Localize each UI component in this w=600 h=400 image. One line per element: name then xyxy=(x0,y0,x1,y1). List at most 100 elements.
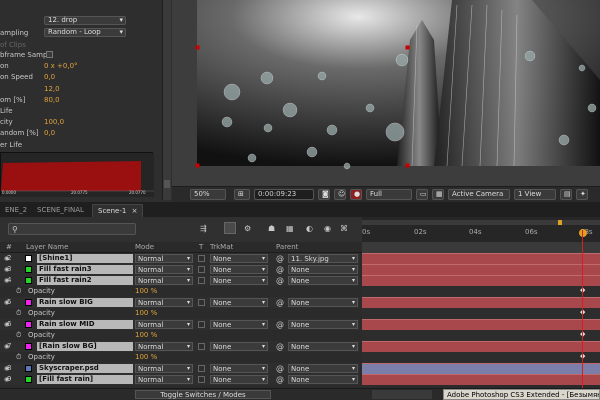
pick-whip-icon[interactable]: @ xyxy=(276,264,284,275)
property-track[interactable]: ◆ xyxy=(362,286,600,297)
mode-dropdown[interactable]: Normal xyxy=(135,265,193,274)
hide-shy-icon[interactable]: ☗ xyxy=(268,224,275,233)
parent-dropdown[interactable]: None xyxy=(288,298,358,307)
mode-dropdown[interactable]: Normal xyxy=(135,298,193,307)
subframe-checkbox[interactable] xyxy=(46,51,53,58)
trkmat-dropdown[interactable]: None xyxy=(210,375,268,384)
grid-icon[interactable]: ▤ xyxy=(560,189,572,200)
layer-name[interactable]: [Rain slow BG] xyxy=(37,342,133,351)
tab-scene-2[interactable]: ENE_2 xyxy=(0,204,32,217)
property-value[interactable]: 100 % xyxy=(135,330,157,341)
parent-dropdown[interactable]: None xyxy=(288,364,358,373)
mode-dropdown[interactable]: Normal xyxy=(135,342,193,351)
property-track[interactable]: ◆ xyxy=(362,330,600,341)
value-12[interactable]: 12,0 xyxy=(44,84,60,94)
trkmat-dropdown[interactable]: None xyxy=(210,364,268,373)
layer-name[interactable]: [Fill fast rain] xyxy=(37,375,133,384)
sampling-dropdown[interactable]: Random - Loop xyxy=(44,28,126,37)
effect-source-dropdown[interactable]: 12. drop xyxy=(44,16,126,25)
opacity-value[interactable]: 100,0 xyxy=(44,117,64,127)
layer-color-swatch[interactable] xyxy=(25,376,32,383)
table-row[interactable]: ◉8Skyscraper.psdNormalNone@None xyxy=(0,363,360,374)
mode-dropdown[interactable]: Normal xyxy=(135,375,193,384)
table-row[interactable]: ◉7[Rain slow BG]NormalNone@None xyxy=(0,341,360,352)
property-row[interactable]: ⏱ Opacity 100 % xyxy=(0,330,360,341)
preserve-transparency-checkbox[interactable] xyxy=(198,299,205,306)
trkmat-dropdown[interactable]: None xyxy=(210,265,268,274)
parent-dropdown[interactable]: None xyxy=(288,375,358,384)
scroll-down-arrow-icon[interactable] xyxy=(164,180,170,188)
property-track[interactable]: ◆ xyxy=(362,308,600,319)
pick-whip-icon[interactable]: @ xyxy=(276,319,284,330)
views-dropdown[interactable]: 1 View xyxy=(514,189,556,200)
property-row[interactable]: ⏱ Opacity 100 % xyxy=(0,286,360,297)
trkmat-dropdown[interactable]: None xyxy=(210,320,268,329)
preserve-transparency-checkbox[interactable] xyxy=(198,277,205,284)
parent-dropdown[interactable]: None xyxy=(288,342,358,351)
layer-search-input[interactable]: ⚲ xyxy=(8,223,136,235)
close-icon[interactable]: × xyxy=(132,207,138,215)
trkmat-dropdown[interactable]: None xyxy=(210,276,268,285)
col-mode[interactable]: Mode xyxy=(135,242,154,252)
layer-name[interactable]: Rain slow BIG xyxy=(37,298,133,307)
table-row[interactable]: ◉4Fill fast rain2NormalNone@None xyxy=(0,275,360,286)
channel-icon[interactable]: ● xyxy=(350,189,362,200)
preserve-transparency-checkbox[interactable] xyxy=(198,376,205,383)
layer-color-swatch[interactable] xyxy=(25,321,32,328)
property-row[interactable]: ⏱ Opacity 100 % xyxy=(0,352,360,363)
rotation-value[interactable]: 0 x +0,0° xyxy=(44,61,78,71)
pick-whip-icon[interactable]: @ xyxy=(276,253,284,264)
motion-blur-icon[interactable]: ◐ xyxy=(306,224,313,233)
timecode-display[interactable]: 0:00:09:23 xyxy=(254,189,314,200)
layer-duration-bar[interactable] xyxy=(362,341,600,352)
table-row[interactable]: ◉9[Fill fast rain]NormalNone@None xyxy=(0,374,360,385)
tab-scene-1[interactable]: Scene-1 × xyxy=(92,204,144,217)
property-value[interactable]: 100 % xyxy=(135,286,157,297)
parent-dropdown[interactable]: None xyxy=(288,276,358,285)
show-snapshot-icon[interactable]: ☺ xyxy=(334,189,346,200)
over-life-graph[interactable]: 0.0000 20.0775 20.0770 xyxy=(0,152,154,197)
parent-dropdown[interactable]: None xyxy=(288,265,358,274)
parent-dropdown[interactable]: 11. Sky.jpg xyxy=(288,254,358,263)
pick-whip-icon[interactable]: @ xyxy=(276,363,284,374)
zoom-dropdown[interactable]: 50% xyxy=(190,189,226,200)
live-update-icon[interactable] xyxy=(224,222,236,234)
layer-duration-bar[interactable] xyxy=(362,363,600,374)
taskbar-photoshop-button[interactable]: Adobe Photoshop CS3 Extended - [Безымянн… xyxy=(443,389,600,400)
playhead-icon[interactable] xyxy=(579,229,587,237)
property-value[interactable]: 100 % xyxy=(135,308,157,319)
preserve-transparency-checkbox[interactable] xyxy=(198,255,205,262)
property-track[interactable]: ◆ xyxy=(362,352,600,363)
preserve-transparency-checkbox[interactable] xyxy=(198,266,205,273)
layer-color-swatch[interactable] xyxy=(25,266,32,273)
layer-name[interactable]: Fill fast rain2 xyxy=(37,276,133,285)
resolution-dropdown[interactable]: Full xyxy=(366,189,412,200)
mode-dropdown[interactable]: Normal xyxy=(135,320,193,329)
toggle-switches-modes-button[interactable]: Toggle Switches / Modes xyxy=(135,390,271,399)
layer-name[interactable]: [Shine1] xyxy=(37,254,133,263)
safe-zones-icon[interactable]: ⊞ xyxy=(234,189,250,200)
draft-3d-icon[interactable]: ⚙ xyxy=(244,224,251,233)
exposure-icon[interactable]: ✦ xyxy=(576,189,588,200)
preserve-transparency-checkbox[interactable] xyxy=(198,343,205,350)
random-value[interactable]: 80,0 xyxy=(44,95,60,105)
layer-name[interactable]: Rain slow MID xyxy=(37,320,133,329)
layer-duration-bar[interactable] xyxy=(362,253,600,264)
mode-dropdown[interactable]: Normal xyxy=(135,276,193,285)
pick-whip-icon[interactable]: @ xyxy=(276,275,284,286)
zoom-slider[interactable] xyxy=(372,390,432,399)
table-row[interactable]: ◉3Fill fast rain3NormalNone@None xyxy=(0,264,360,275)
mode-dropdown[interactable]: Normal xyxy=(135,254,193,263)
table-row[interactable]: ◉5Rain slow BIGNormalNone@None xyxy=(0,297,360,308)
stopwatch-icon[interactable]: ⏱ xyxy=(16,308,21,319)
pick-whip-icon[interactable]: @ xyxy=(276,297,284,308)
layer-name[interactable]: Fill fast rain3 xyxy=(37,265,133,274)
pick-whip-icon[interactable]: @ xyxy=(276,341,284,352)
tab-scene-final[interactable]: SCENE_FINAL xyxy=(32,204,89,217)
snapshot-icon[interactable]: ◙ xyxy=(318,189,330,200)
col-parent[interactable]: Parent xyxy=(276,242,298,252)
transparency-grid-icon[interactable]: ▦ xyxy=(432,189,444,200)
comp-flowchart-icon[interactable]: ⇶ xyxy=(200,224,207,233)
region-of-interest-icon[interactable]: ▭ xyxy=(416,189,428,200)
brainstorm-icon[interactable]: ◉ xyxy=(324,224,331,233)
